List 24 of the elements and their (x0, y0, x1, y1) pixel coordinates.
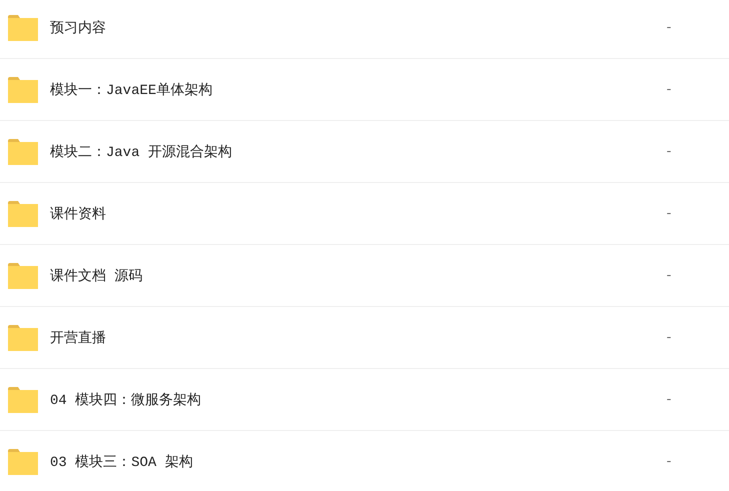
file-size: - (665, 330, 674, 345)
folder-icon (8, 14, 38, 40)
file-size: - (665, 454, 674, 469)
folder-name[interactable]: 模块二：Java 开源混合架构 (50, 142, 665, 160)
folder-name[interactable]: 课件资料 (50, 204, 665, 222)
file-size: - (665, 144, 674, 159)
folder-icon (8, 138, 38, 164)
file-size: - (665, 82, 674, 97)
file-size: - (665, 206, 674, 221)
folder-icon (8, 200, 38, 226)
folder-icon (8, 448, 38, 474)
folder-icon (8, 262, 38, 288)
folder-icon (8, 76, 38, 102)
folder-name[interactable]: 课件文档 源码 (50, 266, 665, 284)
folder-name[interactable]: 开营直播 (50, 328, 665, 346)
folder-icon (8, 386, 38, 412)
file-size: - (665, 392, 674, 407)
folder-name[interactable]: 03 模块三：SOA 架构 (50, 452, 665, 470)
folder-name[interactable]: 04 模块四：微服务架构 (50, 390, 665, 408)
file-size: - (665, 20, 674, 35)
folder-name[interactable]: 模块一：JavaEE单体架构 (50, 80, 665, 98)
folder-name[interactable]: 预习内容 (50, 18, 665, 36)
file-size: - (665, 268, 674, 283)
folder-icon (8, 324, 38, 350)
